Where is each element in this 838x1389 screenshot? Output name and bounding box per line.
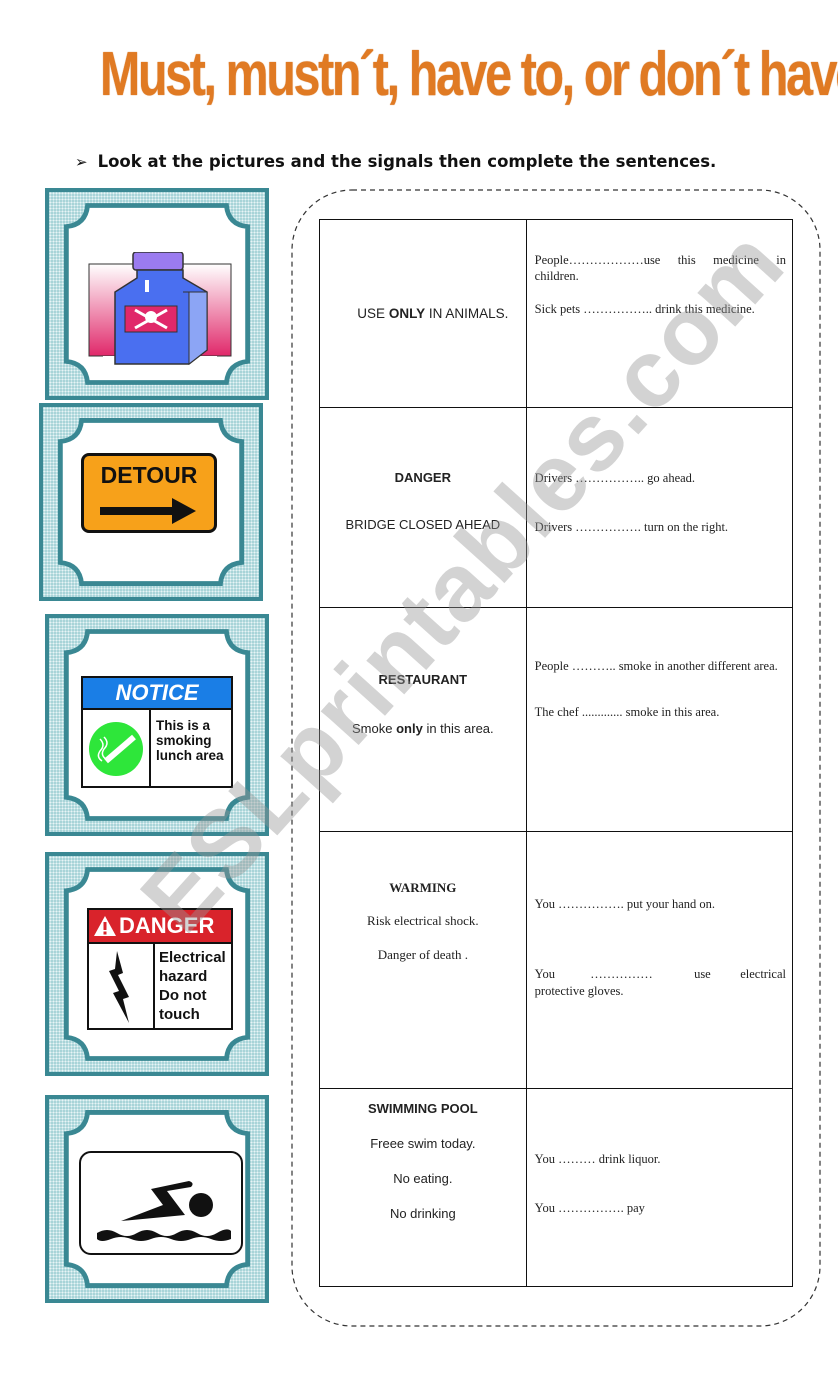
arrow-bullet-icon: ➢	[75, 152, 88, 171]
sign-line: Risk electrical shock.	[367, 913, 479, 928]
danger-line: hazard	[159, 968, 208, 985]
sign-cell: WARMING Risk electrical shock. Danger of…	[319, 831, 527, 1089]
swimming-sign	[79, 1151, 243, 1255]
sign-heading: DANGER	[394, 470, 451, 485]
sign-text: USE ONLY IN ANIMALS.	[357, 306, 509, 321]
danger-header: DANGER	[119, 913, 215, 938]
table-row: USE ONLY IN ANIMALS. People………………use thi…	[319, 219, 794, 408]
detour-label: DETOUR	[100, 462, 198, 488]
poison-bottle-icon	[88, 252, 232, 368]
notice-header: NOTICE	[83, 678, 231, 710]
sentence: Drivers …………….. go ahead.	[534, 471, 696, 485]
sign-heading: SWIMMING POOL	[367, 1101, 478, 1116]
sign-heading: RESTAURANT	[378, 672, 468, 687]
sentence: Drivers ……………. turn on the right.	[534, 520, 729, 535]
sign-line: Freee swim today.	[370, 1136, 476, 1151]
instruction: ➢ Look at the pictures and the signals t…	[75, 152, 716, 171]
sentence: You ……………. pay	[534, 1201, 645, 1216]
notice-sign: NOTICE This is a smoking lunch area	[81, 676, 233, 788]
sentence: People ……….. smoke in another different …	[534, 659, 778, 673]
table-row: SWIMMING POOL Freee swim today. No eatin…	[319, 1088, 794, 1287]
notice-line: lunch area	[156, 748, 224, 763]
sign-cell: SWIMMING POOL Freee swim today. No eatin…	[319, 1088, 527, 1287]
picture-frame-detour: DETOUR	[39, 403, 263, 601]
notice-line: This is a	[156, 718, 211, 733]
sign-line: BRIDGE CLOSED AHEAD	[345, 517, 501, 532]
danger-line: Electrical	[159, 949, 226, 966]
sentence: You ……… drink liquor.	[534, 1152, 661, 1166]
sentence: You ……………. put your hand on.	[534, 897, 716, 911]
smoking-allowed-icon	[89, 722, 143, 776]
danger-line: touch	[159, 1006, 200, 1023]
picture-frame-poison	[45, 188, 269, 400]
sentence-cell: You ……… drink liquor. You ……………. pay	[525, 1088, 794, 1287]
swimmer-icon	[97, 1181, 231, 1241]
sign-cell: USE ONLY IN ANIMALS.	[319, 219, 527, 408]
right-arrow-icon	[100, 498, 196, 524]
table-row: WARMING Risk electrical shock. Danger of…	[319, 831, 794, 1089]
sign-line: No eating.	[393, 1171, 453, 1186]
sign-cell: DANGER BRIDGE CLOSED AHEAD	[319, 407, 527, 608]
sign-text: Smoke only in this area.	[352, 721, 494, 736]
sign-cell: RESTAURANT Smoke only in this area.	[319, 607, 527, 832]
sentence: The chef ............. smoke in this are…	[534, 705, 720, 720]
picture-frame-danger: DANGER Electrical hazard Do not touch	[45, 852, 269, 1076]
sign-line: No drinking	[389, 1206, 456, 1221]
danger-line: Do not	[159, 987, 207, 1004]
table-row: DANGER BRIDGE CLOSED AHEAD Drivers ………………	[319, 407, 794, 608]
sign-line: Danger of death .	[377, 947, 468, 962]
instruction-text: Look at the pictures and the signals the…	[97, 152, 717, 171]
sentence-cell: Drivers …………….. go ahead. Drivers …………….…	[525, 407, 794, 608]
warning-triangle-icon	[94, 916, 116, 936]
sentence-cell: People………………use this medicine in childre…	[525, 219, 794, 408]
sentence: You …………… use electrical protective glov…	[534, 967, 790, 998]
danger-sign: DANGER Electrical hazard Do not touch	[87, 908, 233, 1030]
lightning-bolt-icon	[109, 951, 129, 1023]
picture-frame-notice: NOTICE This is a smoking lunch area	[45, 614, 269, 836]
table-row: RESTAURANT Smoke only in this area. Peop…	[319, 607, 794, 832]
sentence: Sick pets …………….. drink this medicine.	[534, 301, 755, 316]
exercise-table: USE ONLY IN ANIMALS. People………………use thi…	[319, 219, 794, 1287]
sign-heading: WARMING	[389, 880, 457, 895]
sentence: People………………use this medicine in childre…	[534, 253, 786, 284]
notice-line: smoking	[156, 733, 212, 748]
worksheet-title: Must, mustn´t, have to, or don´t have to…	[100, 40, 838, 109]
picture-frame-swimming	[45, 1095, 269, 1303]
sentence-cell: You ……………. put your hand on. You …………… u…	[525, 831, 794, 1089]
sentence-cell: People ……….. smoke in another different …	[525, 607, 794, 832]
detour-sign: DETOUR	[81, 453, 217, 533]
